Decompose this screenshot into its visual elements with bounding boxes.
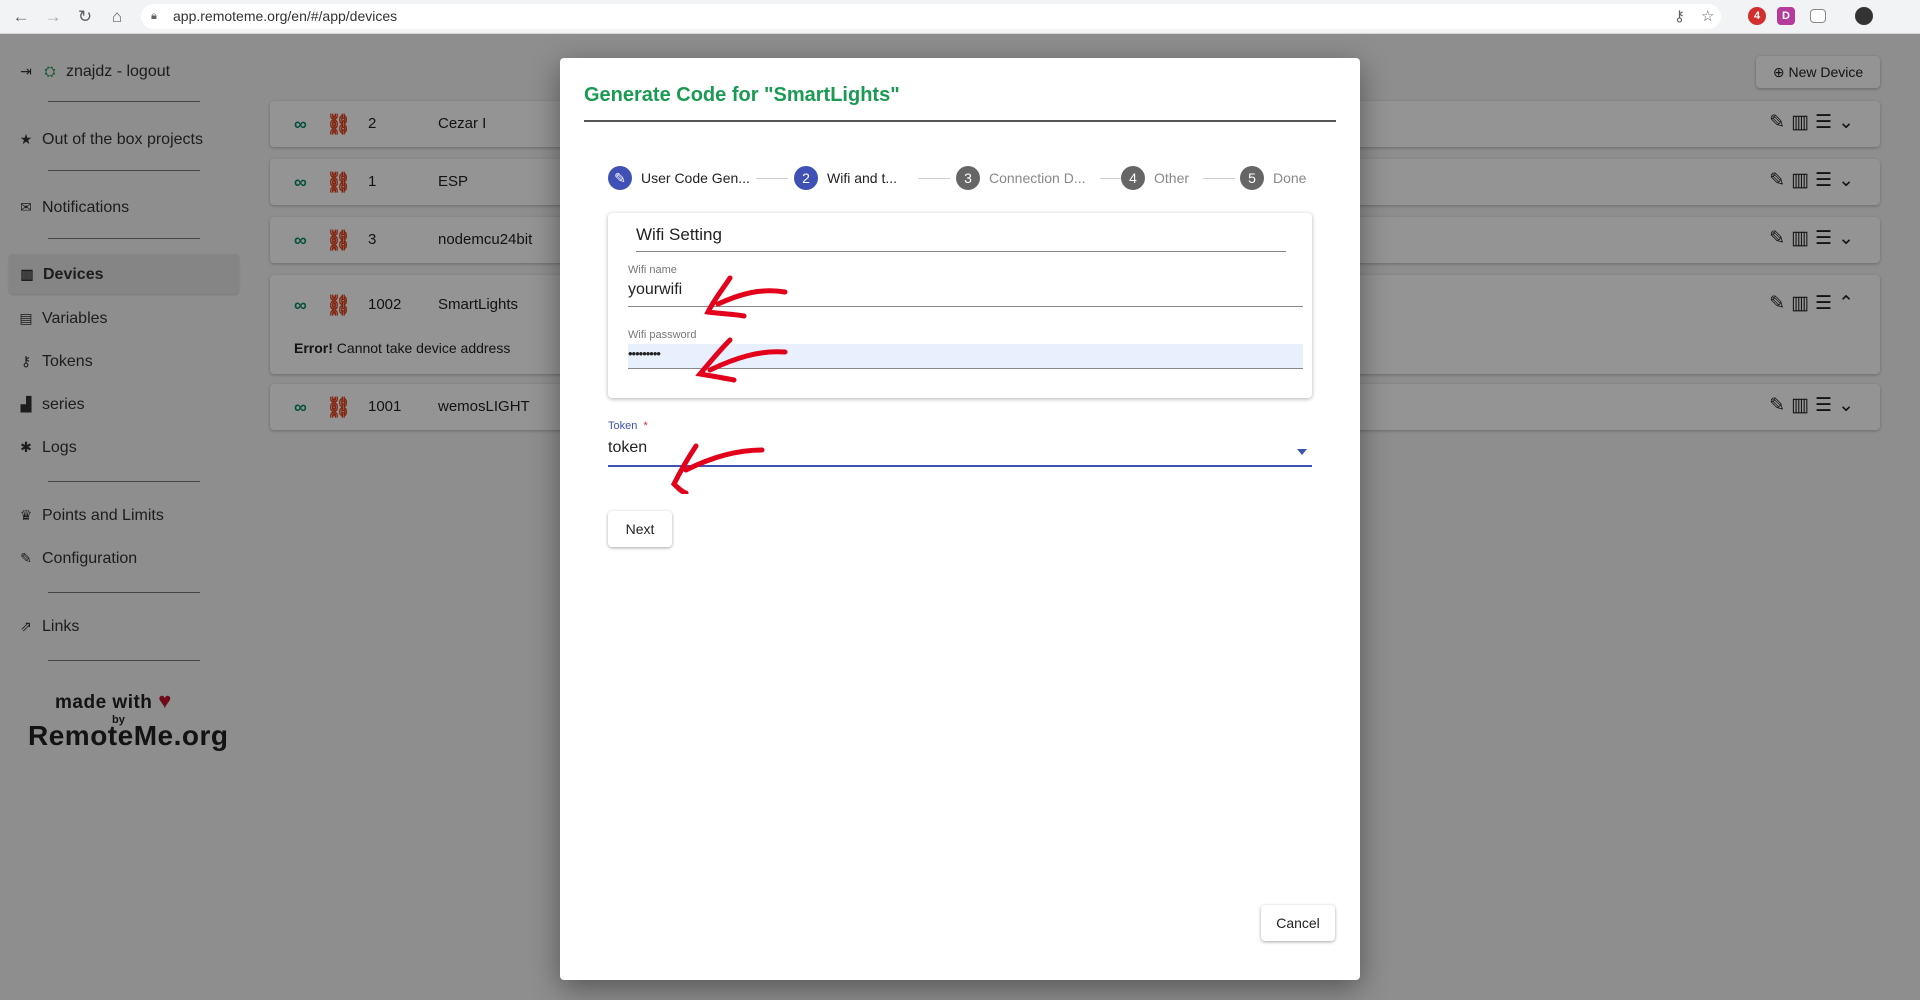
stepper: ✎ User Code Gen... 2 Wifi and t... 3 Connec… xyxy=(608,166,1328,194)
reload-icon[interactable]: ↻ xyxy=(74,6,96,28)
wifi-password-input[interactable]: ••••••••• xyxy=(628,346,661,361)
card-title: Wifi Setting xyxy=(636,225,1286,252)
step-connection[interactable]: 3 Connection D... xyxy=(956,166,1086,190)
dialog-title: Generate Code for "SmartLights" xyxy=(584,84,1336,122)
url-text: app.remoteme.org/en/#/app/devices xyxy=(173,8,398,24)
wifi-name-label: Wifi name xyxy=(628,264,677,276)
lock-icon: 🔒︎ xyxy=(151,10,157,22)
cast-icon[interactable] xyxy=(1810,9,1826,23)
step-connector xyxy=(756,178,788,179)
wifi-setting-card: Wifi Setting Wifi name yourwifi Wifi pas… xyxy=(608,213,1312,398)
step-done[interactable]: 5 Done xyxy=(1240,166,1306,190)
step-connector xyxy=(918,178,950,179)
token-label: Token * xyxy=(608,420,648,432)
bookmark-star-icon[interactable]: ☆ xyxy=(1701,4,1714,29)
home-icon[interactable]: ⌂ xyxy=(106,6,128,28)
token-underline xyxy=(608,465,1312,467)
avatar[interactable] xyxy=(1855,7,1873,25)
extension-opera-icon[interactable]: 4 xyxy=(1748,7,1766,25)
extension-d-icon[interactable]: D xyxy=(1777,7,1795,25)
back-icon[interactable]: ← xyxy=(10,6,32,28)
cancel-button[interactable]: Cancel xyxy=(1261,905,1335,941)
browser-toolbar: ← → ↻ ⌂ 🔒︎ app.remoteme.org/en/#/app/dev… xyxy=(0,0,1920,34)
wifi-name-input[interactable]: yourwifi xyxy=(628,281,682,299)
next-button[interactable]: Next xyxy=(608,511,672,547)
dropdown-caret-icon[interactable] xyxy=(1297,449,1307,455)
key-icon[interactable]: ⚷ xyxy=(1674,4,1685,29)
step-connector xyxy=(1203,178,1235,179)
step-user-code[interactable]: ✎ User Code Gen... xyxy=(608,166,750,190)
wifi-name-underline xyxy=(628,306,1303,307)
autofill-highlight xyxy=(628,344,1303,368)
token-select[interactable]: token xyxy=(608,439,647,457)
forward-icon[interactable]: → xyxy=(42,6,64,28)
pencil-icon: ✎ xyxy=(608,166,632,190)
address-bar[interactable]: 🔒︎ app.remoteme.org/en/#/app/devices ⚷ ☆ xyxy=(141,4,1721,29)
step-other[interactable]: 4 Other xyxy=(1121,166,1189,190)
wifi-password-label: Wifi password xyxy=(628,329,697,341)
wifi-password-underline xyxy=(628,368,1303,369)
generate-code-dialog: Generate Code for "SmartLights" ✎ User Co… xyxy=(560,58,1360,980)
step-wifi[interactable]: 2 Wifi and t... xyxy=(794,166,897,190)
